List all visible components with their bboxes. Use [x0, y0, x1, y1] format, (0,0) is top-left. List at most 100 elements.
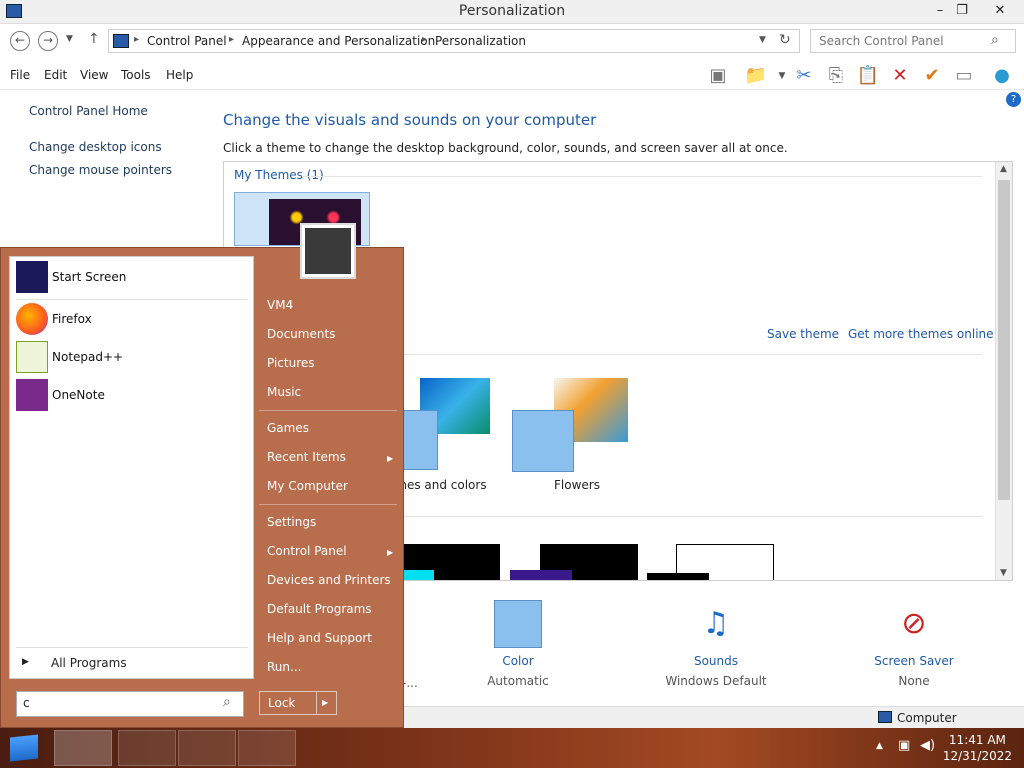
refresh-icon[interactable]: ↻	[779, 32, 791, 48]
search-icon[interactable]: ⌕	[991, 32, 999, 48]
color-palette-icon	[494, 600, 542, 648]
program-onenote[interactable]: OneNote	[16, 379, 246, 413]
user-avatar[interactable]	[300, 223, 356, 279]
search-value: c	[23, 696, 30, 710]
high-contrast-white-theme[interactable]	[647, 544, 774, 580]
system-clock[interactable]: 11:41 AM 12/31/2022	[943, 732, 1012, 764]
properties-icon[interactable]: ▭	[952, 64, 976, 88]
help-icon[interactable]: ?	[1006, 92, 1021, 107]
high-contrast-theme-1[interactable]	[402, 544, 500, 580]
link-change-mouse-pointers[interactable]: Change mouse pointers	[29, 163, 172, 177]
window-title: Personalization	[458, 3, 566, 19]
menu-tools[interactable]: Tools	[121, 68, 151, 82]
place-my-computer[interactable]: My Computer	[267, 479, 348, 493]
program-start-screen[interactable]: Start Screen	[16, 261, 246, 295]
navigation-bar: ← → ▼ ↑ ▸ Control Panel ▸ Appearance and…	[0, 27, 1024, 55]
toolbar-dropdown-icon[interactable]: ▼	[770, 64, 794, 88]
flowers-theme[interactable]	[512, 376, 632, 472]
taskbar-personalization-icon[interactable]	[238, 730, 296, 766]
all-programs-arrow-icon: ▶	[22, 657, 29, 667]
clock-date: 12/31/2022	[942, 749, 1012, 763]
sounds-icon: ♫	[702, 606, 730, 641]
place-devices-and-printers[interactable]: Devices and Printers	[267, 573, 391, 587]
windows-start-icon[interactable]	[10, 734, 38, 762]
menu-edit[interactable]: Edit	[44, 68, 67, 82]
screen-saver-label: Screen Saver	[874, 654, 954, 668]
all-programs-button[interactable]: All Programs	[51, 656, 127, 670]
sounds-setting[interactable]: ♫ Sounds Windows Default	[656, 600, 776, 688]
lock-button[interactable]: Lock ▶	[259, 691, 337, 715]
address-bar[interactable]: ▸ Control Panel ▸ Appearance and Persona…	[108, 29, 800, 53]
breadcrumb-control-panel[interactable]: Control Panel	[147, 34, 227, 48]
back-icon[interactable]: ←	[10, 31, 30, 51]
color-setting[interactable]: Color Automatic	[458, 600, 578, 688]
place-control-panel[interactable]: Control Panel	[267, 544, 347, 558]
place-help-and-support[interactable]: Help and Support	[267, 631, 372, 645]
divider	[16, 647, 248, 648]
breadcrumb-separator-icon: ▸	[229, 34, 235, 45]
place-settings[interactable]: Settings	[267, 515, 316, 529]
layout-pane-icon[interactable]: ▣	[706, 64, 730, 88]
scroll-thumb[interactable]	[998, 180, 1010, 500]
up-arrow-icon[interactable]: ↑	[88, 31, 100, 47]
program-label: Notepad++	[52, 350, 124, 364]
breadcrumb-personalization[interactable]: Personalization	[435, 34, 526, 48]
folder-options-icon[interactable]: 📁	[744, 64, 768, 88]
themes-scrollbar[interactable]: ▲ ▼	[995, 162, 1012, 580]
link-change-desktop-icons[interactable]: Change desktop icons	[29, 140, 162, 154]
save-theme-link[interactable]: Save theme	[767, 327, 839, 341]
delete-icon[interactable]: ✕	[888, 64, 912, 88]
taskbar-control-panel-icon[interactable]	[178, 730, 236, 766]
close-button[interactable]: ✕	[984, 0, 1016, 22]
breadcrumb-appearance[interactable]: Appearance and Personalization	[242, 34, 435, 48]
search-placeholder: Search Control Panel	[819, 34, 944, 48]
color-palette-icon	[512, 410, 574, 472]
menu-file[interactable]: File	[10, 68, 30, 82]
user-silhouette-icon	[305, 228, 351, 274]
screen-saver-setting[interactable]: ⊘ Screen Saver None	[854, 600, 974, 688]
my-themes-header: My Themes (1)	[234, 168, 324, 182]
place-documents[interactable]: Documents	[267, 327, 335, 341]
maximize-button[interactable]: ❐	[946, 0, 978, 22]
search-icon[interactable]: ⌕	[223, 694, 231, 710]
copy-icon[interactable]: ⎘	[824, 64, 848, 88]
menu-view[interactable]: View	[80, 68, 108, 82]
lock-options-arrow-icon[interactable]: ▶	[322, 698, 328, 707]
volume-icon[interactable]: ◀)	[920, 738, 935, 753]
start-menu: Start Screen Firefox Notepad++ OneNote ▶…	[0, 247, 404, 728]
place-pictures[interactable]: Pictures	[267, 356, 315, 370]
checkmark-icon[interactable]: ✔	[920, 64, 944, 88]
menu-help[interactable]: Help	[166, 68, 193, 82]
taskbar-file-explorer-icon[interactable]	[54, 730, 112, 766]
place-games[interactable]: Games	[267, 421, 309, 435]
search-input[interactable]: Search Control Panel ⌕	[810, 29, 1016, 53]
get-more-themes-link[interactable]: Get more themes online	[848, 327, 994, 341]
page-subtitle: Click a theme to change the desktop back…	[223, 141, 788, 155]
program-label: OneNote	[52, 388, 105, 402]
taskbar-chrome-icon[interactable]	[118, 730, 176, 766]
page-title: Change the visuals and sounds on your co…	[223, 111, 597, 129]
scroll-down-icon[interactable]: ▼	[1000, 568, 1007, 578]
place-default-programs[interactable]: Default Programs	[267, 602, 372, 616]
high-contrast-theme-2[interactable]	[510, 544, 638, 580]
place-music[interactable]: Music	[267, 385, 301, 399]
onenote-icon	[16, 379, 48, 411]
divider	[354, 354, 982, 355]
place-run[interactable]: Run...	[267, 660, 301, 674]
address-dropdown-icon[interactable]: ▼	[759, 35, 766, 45]
program-firefox[interactable]: Firefox	[16, 303, 246, 337]
recent-pages-chevron-icon[interactable]: ▼	[66, 34, 73, 44]
cut-icon[interactable]: ✂	[792, 64, 816, 88]
place-vm4[interactable]: VM4	[267, 298, 293, 312]
scroll-up-icon[interactable]: ▲	[1000, 164, 1007, 174]
place-recent-items[interactable]: Recent Items	[267, 450, 346, 464]
start-search-input[interactable]: c ⌕	[16, 691, 244, 717]
globe-icon[interactable]: ●	[990, 64, 1014, 88]
lines-and-colors-theme[interactable]	[400, 376, 490, 470]
link-control-panel-home[interactable]: Control Panel Home	[29, 104, 148, 118]
paste-icon[interactable]: 📋	[856, 64, 880, 88]
show-hidden-icons-icon[interactable]: ▲	[876, 741, 883, 751]
forward-icon[interactable]: →	[38, 31, 58, 51]
network-icon[interactable]: ▣	[898, 738, 910, 753]
program-notepad-plus-plus[interactable]: Notepad++	[16, 341, 246, 375]
